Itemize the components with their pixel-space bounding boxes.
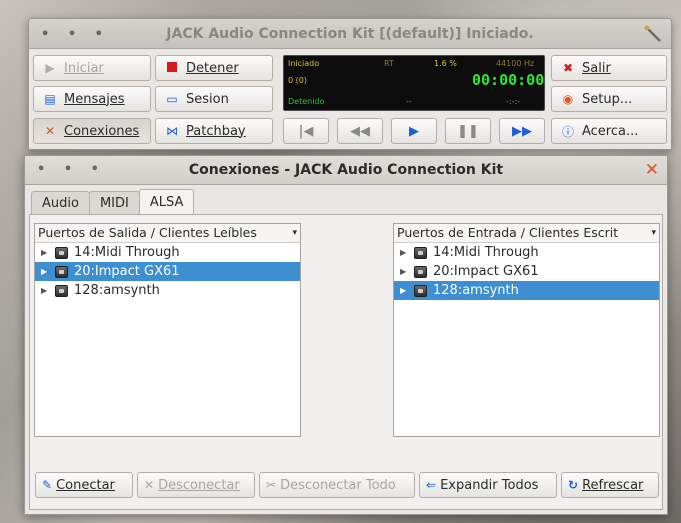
tool-icon[interactable] (643, 24, 663, 44)
list-item[interactable]: ▶ 128:amsynth (35, 281, 300, 300)
main-titlebar[interactable]: • • • JACK Audio Connection Kit [(defaul… (29, 19, 671, 49)
stop-icon (164, 61, 180, 75)
midi-device-icon (55, 246, 68, 259)
connections-titlebar[interactable]: • • • Conexiones - JACK Audio Connection… (25, 156, 667, 185)
transport-dash: -- (406, 97, 412, 106)
expand-arrow-icon[interactable]: ▶ (400, 248, 410, 257)
xruns-count: 0 (0) (288, 76, 307, 85)
status-display[interactable]: Iniciado RT 1.6 % 44100 Hz 0 (0) 00:00:0… (283, 55, 545, 111)
connections-window-title: Conexiones - JACK Audio Connection Kit (188, 162, 504, 178)
conexiones-button[interactable]: ✕ Conexiones (33, 118, 151, 144)
desconectar-button[interactable]: ✕ Desconectar (137, 472, 255, 498)
iniciar-button[interactable]: ▶ Iniciar (33, 55, 151, 81)
disconnect-all-icon: ✂ (266, 478, 277, 492)
desconectar-todo-button[interactable]: ✂ Desconectar Todo (259, 472, 415, 498)
connections-icon: ✕ (44, 124, 56, 138)
refresh-icon: ↻ (568, 478, 579, 492)
list-item[interactable]: ▶ 14:Midi Through (394, 243, 659, 262)
expand-all-icon: ⇐ (426, 478, 437, 492)
conectar-button[interactable]: ✎ Conectar (35, 472, 133, 498)
disconnect-icon: ✕ (144, 478, 155, 492)
mensajes-button[interactable]: ▤ Mensajes (33, 86, 151, 112)
setup-icon: ◉ (562, 92, 574, 106)
refrescar-button[interactable]: ↻ Refrescar (561, 472, 659, 498)
jack-main-window: • • • JACK Audio Connection Kit [(defaul… (28, 18, 672, 150)
main-window-title: JACK Audio Connection Kit [(default)] In… (166, 26, 534, 42)
play-icon: ▶ (409, 123, 419, 139)
info-icon: ⓘ (561, 124, 574, 139)
acerca-button[interactable]: ⓘ Acerca... (551, 118, 667, 144)
play-icon: ▶ (45, 61, 55, 75)
folder-icon: ▭ (166, 92, 178, 106)
list-item[interactable]: ▶ 128:amsynth (394, 281, 659, 300)
transport-state: Detenido (288, 97, 325, 106)
list-item[interactable]: ▶ 14:Midi Through (35, 243, 300, 262)
status-text: Iniciado (288, 59, 320, 68)
rewind-button[interactable]: ◀◀ (337, 118, 383, 144)
sort-chevron-icon: ▾ (649, 224, 656, 242)
rewind-to-start-icon: |◀ (298, 123, 314, 139)
midi-device-icon (55, 284, 68, 297)
salir-button[interactable]: ✖ Salir (551, 55, 667, 81)
rewind-icon: ◀◀ (350, 123, 370, 139)
messages-icon: ▤ (44, 92, 56, 106)
expand-arrow-icon[interactable]: ▶ (400, 267, 410, 276)
midi-device-icon (414, 265, 427, 278)
sort-chevron-icon: ▾ (290, 224, 297, 242)
bpm-readout: -:-:- (506, 97, 521, 106)
list-item[interactable]: ▶ 20:Impact GX61 (394, 262, 659, 281)
input-ports-list[interactable]: Puertos de Entrada / Clientes Escrit ▾ ▶… (393, 223, 660, 437)
play-button[interactable]: ▶ (391, 118, 437, 144)
output-ports-header[interactable]: Puertos de Salida / Clientes Leíbles ▾ (35, 224, 300, 243)
expandir-todos-button[interactable]: ⇐ Expandir Todos (419, 472, 557, 498)
fast-forward-icon: ▶▶ (512, 123, 532, 139)
expand-arrow-icon[interactable]: ▶ (41, 286, 51, 295)
pause-button[interactable]: ❚❚ (445, 118, 491, 144)
rt-indicator: RT (384, 59, 394, 68)
connection-tabs: Audio MIDI ALSA (31, 189, 195, 215)
close-window-icon[interactable]: ✕ (645, 160, 659, 180)
sample-rate: 44100 Hz (496, 59, 535, 68)
output-ports-list[interactable]: Puertos de Salida / Clientes Leíbles ▾ ▶… (34, 223, 301, 437)
pause-icon: ❚❚ (457, 123, 479, 139)
input-ports-header[interactable]: Puertos de Entrada / Clientes Escrit ▾ (394, 224, 659, 243)
connection-lines-area (305, 223, 393, 437)
expand-arrow-icon[interactable]: ▶ (41, 248, 51, 257)
midi-device-icon (55, 265, 68, 278)
patchbay-icon: ⋈ (166, 124, 178, 138)
expand-arrow-icon[interactable]: ▶ (400, 286, 410, 295)
close-icon: ✖ (562, 61, 574, 75)
midi-device-icon (414, 246, 427, 259)
sesion-button[interactable]: ▭ Sesion (155, 86, 273, 112)
connections-window: • • • Conexiones - JACK Audio Connection… (24, 155, 668, 515)
detener-button[interactable]: Detener (155, 55, 273, 81)
tab-midi[interactable]: MIDI (88, 191, 140, 215)
transport-time: 00:00:00 (472, 71, 545, 89)
setup-button[interactable]: ◉ Setup... (551, 86, 667, 112)
patchbay-button[interactable]: ⋈ Patchbay (155, 118, 273, 144)
dsp-load: 1.6 % (434, 59, 457, 68)
tab-audio[interactable]: Audio (31, 191, 90, 215)
alsa-tab-panel: Puertos de Salida / Clientes Leíbles ▾ ▶… (29, 214, 663, 510)
rewind-to-start-button[interactable]: |◀ (283, 118, 329, 144)
connect-icon: ✎ (42, 478, 53, 492)
expand-arrow-icon[interactable]: ▶ (41, 267, 51, 276)
list-item[interactable]: ▶ 20:Impact GX61 (35, 262, 300, 281)
fast-forward-button[interactable]: ▶▶ (499, 118, 545, 144)
midi-device-icon (414, 284, 427, 297)
tab-alsa[interactable]: ALSA (138, 189, 195, 215)
